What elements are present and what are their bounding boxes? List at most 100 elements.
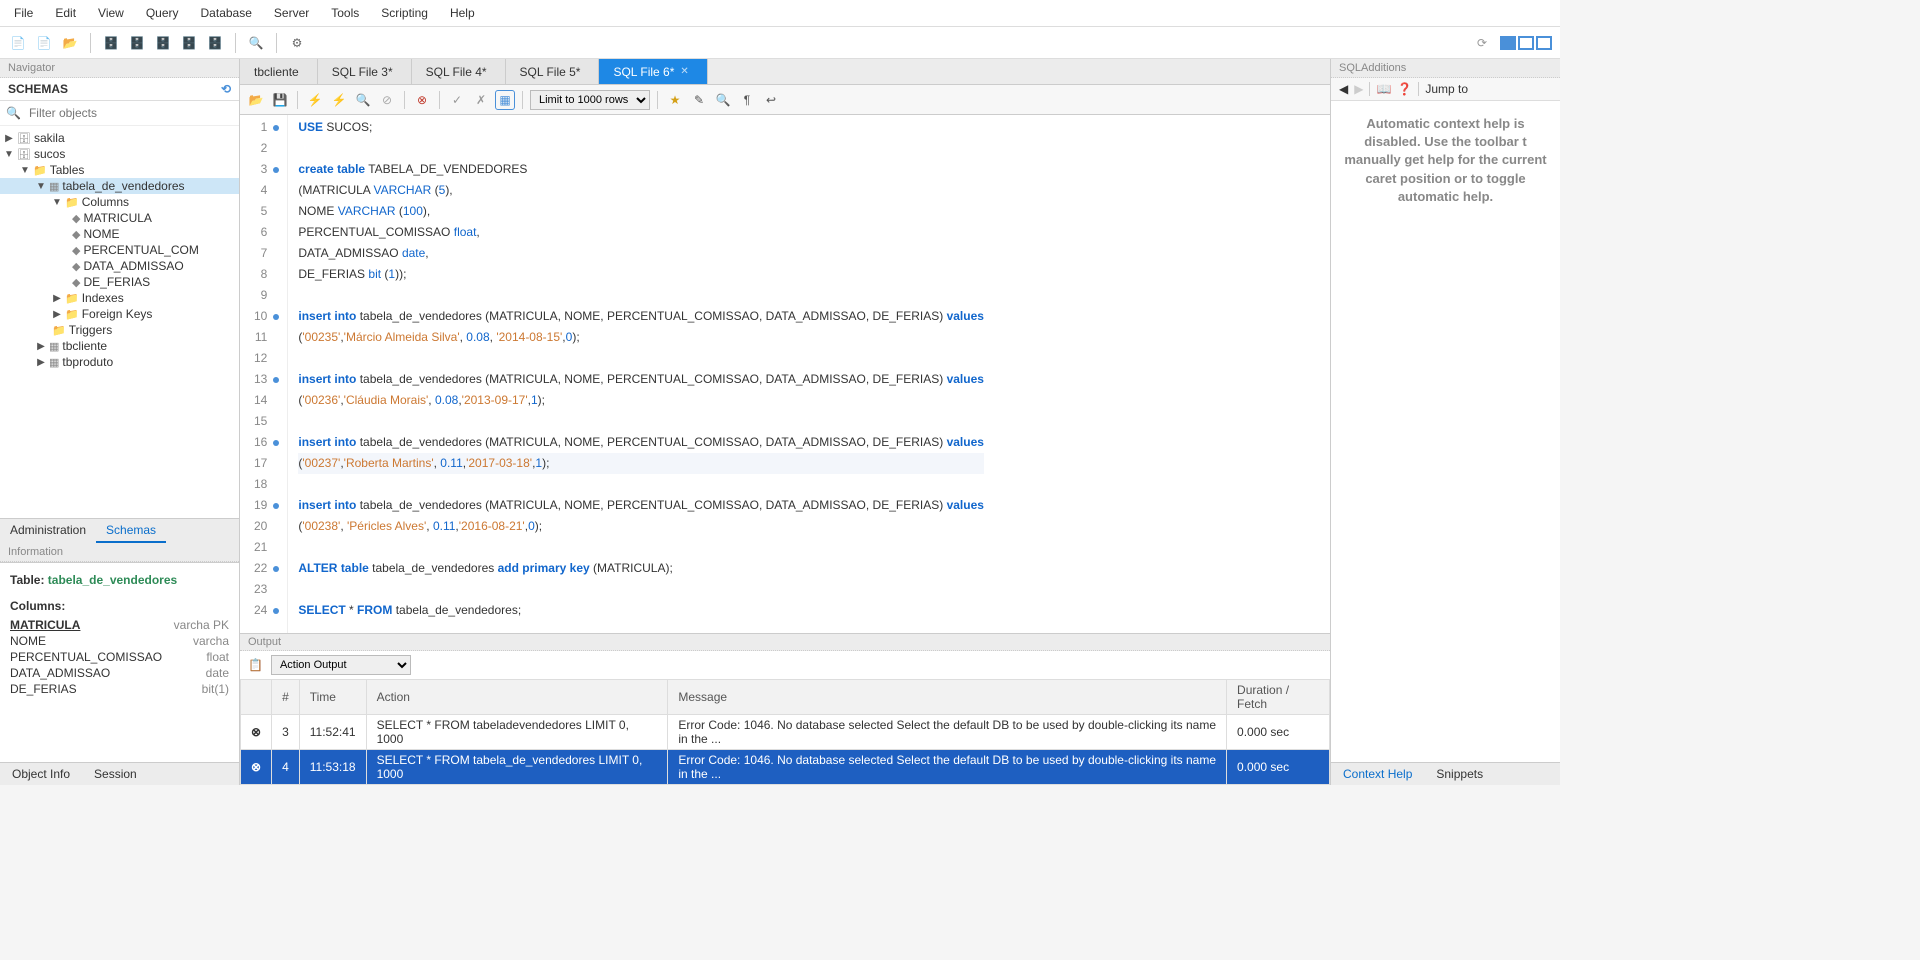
server-icon-2[interactable]: 🗄️: [127, 33, 147, 53]
sql-toolbar: 📂 💾 ⚡ ⚡ 🔍 ⊘ ⊗ ✓ ✗ ▦ Limit to 1000 rows ★…: [240, 85, 1330, 115]
foreign-keys-folder[interactable]: ▶📁Foreign Keys: [0, 306, 239, 322]
back-icon[interactable]: ◀: [1339, 82, 1348, 96]
help-icon-2[interactable]: ❓: [1397, 82, 1412, 96]
help-icon-1[interactable]: 📖: [1376, 82, 1391, 96]
editor-tabs: tbclienteSQL File 3*SQL File 4*SQL File …: [240, 59, 1330, 85]
menu-server[interactable]: Server: [264, 3, 319, 23]
jump-to-label[interactable]: Jump to: [1425, 82, 1468, 96]
invisible-chars-icon[interactable]: ¶: [737, 90, 757, 110]
commit-icon[interactable]: ⊗: [412, 90, 432, 110]
editor-tab-2[interactable]: SQL File 4*: [412, 59, 506, 84]
output-title: Output: [240, 634, 1330, 651]
menubar: FileEditViewQueryDatabaseServerToolsScri…: [0, 0, 1560, 27]
table-tabela-de-vendedores[interactable]: ▼▦tabela_de_vendedores: [0, 178, 239, 194]
find-icon[interactable]: 🔍: [713, 90, 733, 110]
triggers-folder[interactable]: 📁Triggers: [0, 322, 239, 338]
indexes-folder[interactable]: ▶📁Indexes: [0, 290, 239, 306]
table-tbcliente[interactable]: ▶▦tbcliente: [0, 338, 239, 354]
open-sql-icon[interactable]: 📂: [60, 33, 80, 53]
editor-tab-0[interactable]: tbcliente: [240, 59, 318, 84]
editor-tab-1[interactable]: SQL File 3*: [318, 59, 412, 84]
columns-folder[interactable]: ▼📁Columns: [0, 194, 239, 210]
main-toolbar: 📄 📄 📂 🗄️ 🗄️ 🗄️ 🗄️ 🗄️ 🔍 ⚙ ⟳: [0, 27, 1560, 59]
server-icon-4[interactable]: 🗄️: [179, 33, 199, 53]
tab-snippets[interactable]: Snippets: [1424, 763, 1495, 785]
table-tbproduto[interactable]: ▶▦tbproduto: [0, 354, 239, 370]
menu-database[interactable]: Database: [191, 3, 262, 23]
schema-tree[interactable]: ▶🗄sakila ▼🗄sucos ▼📁Tables ▼▦tabela_de_ve…: [0, 126, 239, 518]
menu-file[interactable]: File: [4, 3, 43, 23]
editor-tab-4[interactable]: SQL File 6*✕: [599, 59, 707, 84]
menu-view[interactable]: View: [88, 3, 134, 23]
column-data-admissao[interactable]: ◆DATA_ADMISSAO: [0, 258, 239, 274]
server-icon-1[interactable]: 🗄️: [101, 33, 121, 53]
center-editor: tbclienteSQL File 3*SQL File 4*SQL File …: [240, 59, 1330, 785]
new-sql-tab-icon[interactable]: 📄: [8, 33, 28, 53]
execute-icon[interactable]: ⚡: [305, 90, 325, 110]
output-row[interactable]: ⊗311:52:41SELECT * FROM tabeladevendedor…: [241, 715, 1330, 750]
output-type-select[interactable]: Action Output: [271, 655, 411, 675]
execute-current-icon[interactable]: ⚡: [329, 90, 349, 110]
tab-administration[interactable]: Administration: [0, 519, 96, 543]
information-title: Information: [0, 543, 239, 562]
filter-box: 🔍: [0, 101, 239, 126]
search-icon: 🔍: [6, 106, 21, 120]
sql-additions-panel: SQLAdditions ◀ ▶ 📖 ❓ Jump to Automatic c…: [1330, 59, 1560, 785]
favorite-icon[interactable]: ★: [665, 90, 685, 110]
menu-help[interactable]: Help: [440, 3, 485, 23]
navigator-title: Navigator: [0, 59, 239, 78]
toggle-icon[interactable]: ▦: [495, 90, 515, 110]
server-icon-3[interactable]: 🗄️: [153, 33, 173, 53]
new-sql-script-icon[interactable]: 📄: [34, 33, 54, 53]
output-panel: Output 📋 Action Output #TimeActionMessag…: [240, 633, 1330, 785]
misc-icon[interactable]: ⚙: [287, 33, 307, 53]
info-tabs: Object Info Session: [0, 762, 239, 785]
search-db-icon[interactable]: 🔍: [246, 33, 266, 53]
schema-sucos[interactable]: ▼🗄sucos: [0, 146, 239, 162]
output-list-icon[interactable]: 📋: [248, 658, 263, 672]
save-file-icon[interactable]: 💾: [270, 90, 290, 110]
additions-title: SQLAdditions: [1331, 59, 1560, 78]
tab-context-help[interactable]: Context Help: [1331, 763, 1424, 785]
information-panel: Table: tabela_de_vendedores Columns: MAT…: [0, 562, 239, 762]
tables-folder[interactable]: ▼📁Tables: [0, 162, 239, 178]
column-matricula[interactable]: ◆MATRICULA: [0, 210, 239, 226]
autocommit-off-icon[interactable]: ✗: [471, 90, 491, 110]
sql-editor[interactable]: 123456789101112131415161718192021222324 …: [240, 115, 1330, 633]
wrap-icon[interactable]: ↩: [761, 90, 781, 110]
menu-edit[interactable]: Edit: [45, 3, 86, 23]
schemas-header: SCHEMAS ⟲: [0, 78, 239, 101]
filter-input[interactable]: [25, 104, 233, 122]
tab-schemas[interactable]: Schemas: [96, 519, 166, 543]
stop-icon[interactable]: ⊘: [377, 90, 397, 110]
column-nome[interactable]: ◆NOME: [0, 226, 239, 242]
limit-select[interactable]: Limit to 1000 rows: [530, 90, 650, 110]
refresh-icon[interactable]: ⟲: [221, 82, 231, 96]
output-row[interactable]: ⊗411:53:18SELECT * FROM tabela_de_vended…: [241, 750, 1330, 785]
info-table-name: tabela_de_vendedores: [48, 573, 177, 587]
sync-icon[interactable]: ⟳: [1472, 33, 1492, 53]
navigator-panel: Navigator SCHEMAS ⟲ 🔍 ▶🗄sakila ▼🗄sucos ▼…: [0, 59, 240, 785]
open-file-icon[interactable]: 📂: [246, 90, 266, 110]
output-table: #TimeActionMessageDuration / Fetch ⊗311:…: [240, 679, 1330, 785]
forward-icon[interactable]: ▶: [1354, 82, 1363, 96]
menu-scripting[interactable]: Scripting: [371, 3, 438, 23]
additions-body: Automatic context help is disabled. Use …: [1331, 101, 1560, 762]
beautify-icon[interactable]: ✎: [689, 90, 709, 110]
menu-query[interactable]: Query: [136, 3, 189, 23]
tab-session[interactable]: Session: [82, 763, 149, 785]
column-percentual[interactable]: ◆PERCENTUAL_COM: [0, 242, 239, 258]
column-de-ferias[interactable]: ◆DE_FERIAS: [0, 274, 239, 290]
additions-tabs: Context Help Snippets: [1331, 762, 1560, 785]
explain-icon[interactable]: 🔍: [353, 90, 373, 110]
server-icon-5[interactable]: 🗄️: [205, 33, 225, 53]
panel-toggle[interactable]: [1498, 36, 1552, 50]
editor-tab-3[interactable]: SQL File 5*: [506, 59, 600, 84]
navigator-tabs: Administration Schemas: [0, 518, 239, 543]
menu-tools[interactable]: Tools: [321, 3, 369, 23]
schema-sakila[interactable]: ▶🗄sakila: [0, 130, 239, 146]
close-icon[interactable]: ✕: [680, 66, 688, 77]
additions-toolbar: ◀ ▶ 📖 ❓ Jump to: [1331, 78, 1560, 101]
tab-object-info[interactable]: Object Info: [0, 763, 82, 785]
autocommit-on-icon[interactable]: ✓: [447, 90, 467, 110]
